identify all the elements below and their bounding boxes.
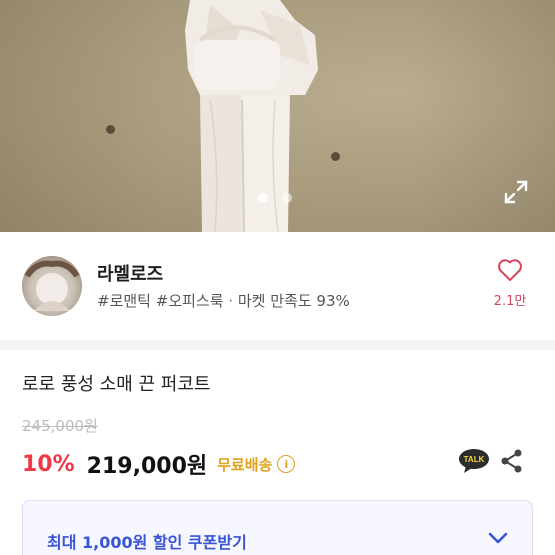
talk-chat-button[interactable]: TALK (458, 448, 490, 474)
seller-avatar[interactable] (22, 256, 82, 316)
carousel-dot-active[interactable] (258, 193, 268, 203)
product-title: 로로 풍성 소매 끈 퍼코트 (22, 374, 211, 395)
talk-icon: TALK (459, 449, 489, 473)
original-price: 245,000원 (22, 417, 98, 435)
price-row: 10% 219,000원 무료배송 i (22, 448, 296, 480)
product-image-carousel[interactable] (0, 0, 555, 232)
carousel-dot[interactable] (282, 193, 292, 203)
expand-icon[interactable] (503, 179, 529, 205)
coupon-label[interactable]: 최대 1,000원 할인 쿠폰받기 (47, 529, 247, 553)
tag-separator: · (228, 292, 234, 310)
talk-label: TALK (464, 455, 485, 464)
discount-rate: 10% (22, 451, 75, 477)
market-satisfaction: 마켓 만족도 93% (237, 292, 350, 310)
seller-tag[interactable]: #오피스룩 (156, 292, 224, 310)
section-divider (0, 340, 555, 350)
coupon-banner[interactable]: 최대 1,000원 할인 쿠폰받기 (22, 500, 533, 555)
share-icon[interactable] (499, 448, 525, 474)
seller-name[interactable]: 라멜로즈 (97, 260, 163, 286)
like-button[interactable]: 2.1만 (488, 258, 532, 309)
seller-tags: #로맨틱 #오피스룩 · 마켓 만족도 93% (97, 290, 350, 311)
info-icon[interactable]: i (277, 455, 296, 473)
wall-detail (106, 125, 115, 134)
heart-icon (498, 259, 522, 281)
carousel-indicators (258, 193, 292, 203)
shipping-badge: 무료배송 (217, 455, 273, 474)
like-count: 2.1만 (493, 294, 527, 309)
chevron-down-icon[interactable] (485, 525, 511, 551)
seller-tag[interactable]: #로맨틱 (97, 292, 151, 310)
seller-info[interactable]: 라멜로즈 #로맨틱 #오피스룩 · 마켓 만족도 93% 2.1만 (0, 232, 555, 340)
sale-price: 219,000원 (86, 454, 208, 479)
